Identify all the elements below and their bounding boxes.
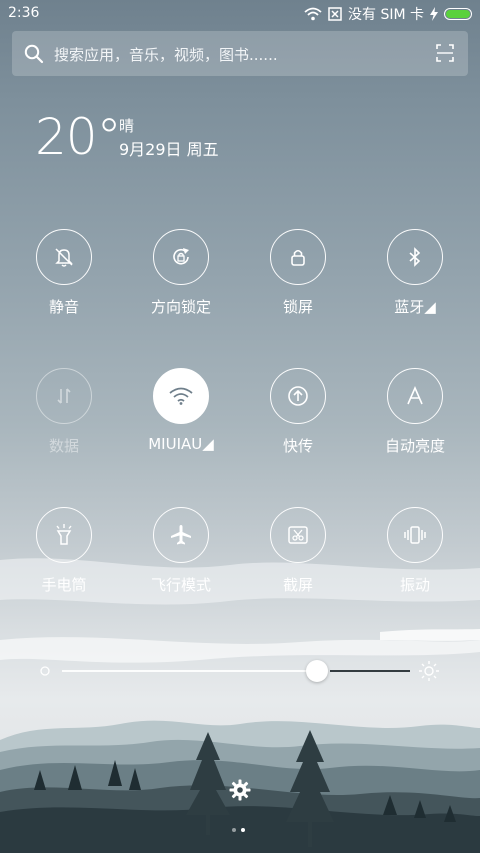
toggle-lock-screen[interactable]: 锁屏 bbox=[245, 229, 355, 329]
sim-missing-icon bbox=[328, 7, 342, 21]
toggle-vibrate[interactable]: 振动 bbox=[362, 507, 472, 607]
toggle-label: 快传 bbox=[282, 437, 313, 455]
toggle-label: 方向锁定 bbox=[150, 298, 211, 316]
page-dot bbox=[232, 828, 236, 832]
toggle-label: 截屏 bbox=[282, 576, 313, 594]
charging-icon bbox=[430, 7, 438, 21]
toggle-label: 锁屏 bbox=[282, 298, 313, 316]
quick-transfer-icon bbox=[288, 386, 308, 406]
toggle-data[interactable]: 数据 bbox=[11, 368, 121, 468]
toggle-flashlight[interactable]: 手电筒 bbox=[11, 507, 121, 607]
toggle-mute[interactable]: 静音 bbox=[11, 229, 121, 329]
toggle-quick-transfer[interactable]: 快传 bbox=[245, 368, 355, 468]
auto-brightness-button[interactable] bbox=[387, 368, 443, 424]
toggle-label: 数据 bbox=[48, 437, 79, 455]
vibrate-icon bbox=[404, 526, 426, 544]
toggle-auto-brightness[interactable]: 自动亮度 bbox=[362, 368, 472, 468]
auto-brightness-icon bbox=[407, 386, 423, 405]
toggle-label: 手电筒 bbox=[41, 576, 87, 594]
wifi-icon bbox=[304, 7, 322, 21]
toggle-wifi[interactable]: MIUIAU◢ bbox=[128, 368, 238, 468]
screenshot-button[interactable] bbox=[270, 507, 326, 563]
airplane-button[interactable] bbox=[153, 507, 209, 563]
scan-icon[interactable] bbox=[436, 44, 454, 62]
brightness-slider[interactable] bbox=[38, 656, 442, 686]
status-icons: 没有 SIM 卡 bbox=[304, 4, 472, 24]
toggle-airplane[interactable]: 飞行模式 bbox=[128, 507, 238, 607]
toggle-bluetooth[interactable]: 蓝牙◢ bbox=[362, 229, 472, 329]
gear-icon[interactable] bbox=[229, 779, 251, 801]
data-button[interactable] bbox=[36, 368, 92, 424]
toggle-screenshot[interactable]: 截屏 bbox=[245, 507, 355, 607]
temperature: 20° bbox=[35, 108, 122, 166]
wifi-button[interactable] bbox=[153, 368, 209, 424]
brightness-high-icon bbox=[419, 661, 439, 681]
data-icon bbox=[57, 388, 71, 404]
weather-condition: 晴 bbox=[119, 117, 135, 135]
brightness-low-icon bbox=[40, 666, 50, 676]
search-bar[interactable]: 搜索应用，音乐，视频，图书...... bbox=[12, 31, 468, 76]
lock-screen-button[interactable] bbox=[270, 229, 326, 285]
wifi-icon bbox=[169, 387, 193, 405]
status-time: 2:36 bbox=[8, 5, 40, 21]
lock-icon bbox=[291, 249, 305, 266]
page-indicator bbox=[232, 828, 245, 832]
rotation-lock-button[interactable] bbox=[153, 229, 209, 285]
bluetooth-icon bbox=[409, 247, 421, 267]
rotation-lock-icon bbox=[173, 248, 189, 265]
toggle-rotation-lock[interactable]: 方向锁定 bbox=[128, 229, 238, 329]
control-center: 2:36 没有 SIM 卡 搜索应用，音乐，视频，图书...... 20° 晴 … bbox=[0, 0, 480, 853]
toggle-label: 静音 bbox=[48, 298, 79, 316]
airplane-icon bbox=[171, 525, 191, 545]
toggle-label: MIUIAU◢ bbox=[148, 435, 214, 453]
brightness-track-filled bbox=[62, 670, 320, 672]
bluetooth-button[interactable] bbox=[387, 229, 443, 285]
flashlight-button[interactable] bbox=[36, 507, 92, 563]
vibrate-button[interactable] bbox=[387, 507, 443, 563]
flashlight-icon bbox=[56, 524, 72, 545]
toggle-label: 飞行模式 bbox=[150, 576, 211, 594]
screenshot-icon bbox=[288, 526, 308, 544]
toggle-label: 自动亮度 bbox=[384, 437, 445, 455]
mute-icon bbox=[55, 248, 73, 267]
page-dot-active bbox=[241, 828, 245, 832]
quick-transfer-button[interactable] bbox=[270, 368, 326, 424]
brightness-track bbox=[330, 670, 410, 672]
mute-button[interactable] bbox=[36, 229, 92, 285]
search-placeholder: 搜索应用，音乐，视频，图书...... bbox=[54, 46, 278, 64]
toggle-label: 蓝牙◢ bbox=[394, 298, 436, 316]
battery-icon bbox=[444, 8, 472, 20]
search-icon bbox=[24, 44, 44, 64]
sim-status-text: 没有 SIM 卡 bbox=[348, 7, 424, 23]
status-bar: 2:36 没有 SIM 卡 bbox=[0, 0, 480, 28]
weather-date: 9月29日 周五 bbox=[119, 140, 219, 159]
brightness-thumb[interactable] bbox=[306, 660, 328, 682]
toggle-label: 振动 bbox=[399, 576, 430, 594]
